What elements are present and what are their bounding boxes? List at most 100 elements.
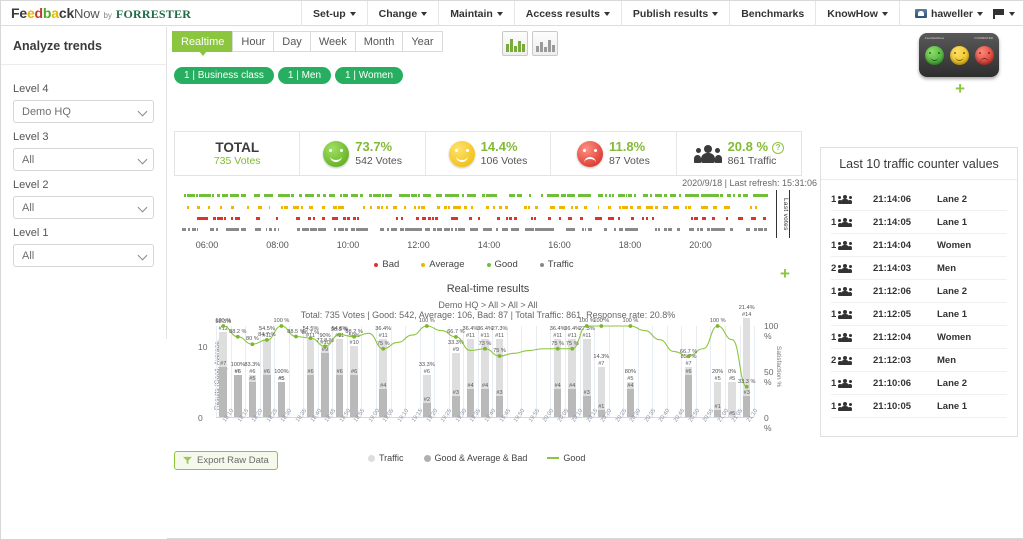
help-icon[interactable]: ? xyxy=(772,141,785,154)
menu-item-knowhow[interactable]: KnowHow xyxy=(816,1,900,26)
timeline-dot xyxy=(418,194,421,197)
user-menu[interactable]: haweller xyxy=(914,8,983,20)
timeline-dot xyxy=(551,206,555,209)
realtime-results-chart: Real-time results Demo HQ > All > All > … xyxy=(174,283,802,463)
chart-y2-axis-label: Satisfaction % xyxy=(775,346,782,388)
chart-legend-gab[interactable]: Good & Average & Bad xyxy=(423,453,527,463)
timeline-dot xyxy=(344,228,348,231)
timeline-dot xyxy=(473,228,478,231)
traffic-counter-list: 1 21:14:06 Lane 2 1 21:14:05 Lane 1 1 21:14:04 W… xyxy=(821,180,1017,418)
add-timeline-widget-button[interactable]: + xyxy=(780,265,790,282)
tab-year[interactable]: Year xyxy=(402,31,443,52)
chart-line-point xyxy=(497,354,502,358)
timeline-dot xyxy=(685,194,689,197)
tab-month[interactable]: Month xyxy=(354,31,403,52)
filter-label-level2: Level 2 xyxy=(13,179,49,191)
timeline-dot xyxy=(753,194,757,197)
export-raw-data-button[interactable]: Export Raw Data xyxy=(174,451,278,470)
kpi-average: 14.4% 106 Votes xyxy=(424,132,550,175)
timeline-dot xyxy=(651,217,655,220)
timeline-dot xyxy=(318,228,322,231)
timeline-dot xyxy=(231,206,234,209)
menu-item-benchmarks[interactable]: Benchmarks xyxy=(730,1,817,26)
timeline-dot xyxy=(534,228,539,231)
pill-women[interactable]: 1 | Women xyxy=(335,67,404,84)
kpi-average-votes: 106 Votes xyxy=(480,154,528,167)
timeline-dot xyxy=(702,217,707,220)
chart-legend-good[interactable]: Good xyxy=(547,453,585,463)
language-menu[interactable] xyxy=(993,8,1015,19)
filter-select-level2[interactable]: All xyxy=(13,196,154,219)
timeline-dot xyxy=(625,194,628,197)
timeline-dot xyxy=(489,194,491,197)
timeline-dot xyxy=(758,228,762,231)
timeline-dot xyxy=(344,194,347,197)
timeline-dot xyxy=(265,228,268,231)
chart-y-tick: 0 xyxy=(198,413,203,423)
kpi-total-votes: 735 Votes xyxy=(213,155,261,168)
timeline-dot xyxy=(687,206,691,209)
timeline-dot xyxy=(202,194,205,197)
filter-label-level3: Level 3 xyxy=(13,131,49,143)
timeline-dot xyxy=(642,217,644,220)
tab-day[interactable]: Day xyxy=(273,31,310,52)
timeline-dot xyxy=(710,194,713,197)
filter-select-level3[interactable]: All xyxy=(13,148,154,171)
timeline-dot xyxy=(650,206,654,209)
table-view-button[interactable] xyxy=(532,31,558,56)
timeline-dot xyxy=(684,206,687,209)
timeline-dot xyxy=(730,228,734,231)
filter-select-level1[interactable]: All xyxy=(13,244,154,267)
menu-item-change[interactable]: Change xyxy=(368,1,440,26)
timeline-dot xyxy=(287,194,291,197)
count-value: 1 xyxy=(831,308,837,320)
pill-men[interactable]: 1 | Men xyxy=(277,67,332,84)
legend-label: Good xyxy=(494,259,518,270)
tab-realtime[interactable]: Realtime xyxy=(172,31,233,56)
add-terminal-button[interactable]: + xyxy=(955,80,965,97)
timeline-dot xyxy=(384,194,389,197)
timeline-dot xyxy=(743,194,747,197)
menu-item-publish-results[interactable]: Publish results xyxy=(622,1,731,26)
chart-label-satisfaction: 75 % xyxy=(551,341,565,347)
chart-view-button[interactable] xyxy=(502,31,528,56)
count-value: 1 xyxy=(831,216,837,228)
filter-select-level4[interactable]: Demo HQ xyxy=(13,100,154,123)
menu-item-setup[interactable]: Set-up xyxy=(301,1,368,26)
timeline-dot xyxy=(646,206,650,209)
timeline-dot xyxy=(547,217,552,220)
timeline-dot xyxy=(761,228,764,231)
menu-label: KnowHow xyxy=(827,7,878,20)
tab-week[interactable]: Week xyxy=(309,31,355,52)
timeline-dot xyxy=(436,228,439,231)
timeline-dot xyxy=(481,194,485,197)
kpi-traffic-count: 861 Traffic xyxy=(727,154,777,167)
kpi-good-pct: 73.7% xyxy=(355,139,393,155)
timeline-dot xyxy=(533,217,536,220)
flag-icon xyxy=(993,8,1005,19)
kpi-traffic: 20.8 % ? 861 Traffic xyxy=(675,132,801,175)
chevron-down-icon xyxy=(137,202,148,213)
timeline-dot xyxy=(628,194,633,197)
chart-line-point xyxy=(628,324,633,328)
chevron-down-icon xyxy=(349,11,356,16)
chart-line-point xyxy=(584,324,589,328)
timeline-dot xyxy=(413,206,417,209)
timeline-dot xyxy=(470,194,474,197)
kpi-good-votes: 542 Votes xyxy=(355,154,402,167)
timeline-dot xyxy=(746,228,750,231)
chart-legend-traffic[interactable]: Traffic xyxy=(368,453,404,463)
tab-hour[interactable]: Hour xyxy=(232,31,274,52)
timeline-dot xyxy=(722,228,726,231)
timeline-dot xyxy=(455,194,459,197)
pill-business-class[interactable]: 1 | Business class xyxy=(174,67,274,84)
timeline-dot xyxy=(733,194,736,197)
timeline-dot xyxy=(588,228,592,231)
timeline-dot xyxy=(280,206,284,209)
traffic-count-cell: 2 xyxy=(831,355,873,366)
menu-item-access-results[interactable]: Access results xyxy=(515,1,622,26)
chart-line-point xyxy=(235,334,240,339)
timeline-dot xyxy=(225,228,229,231)
chart-label-satisfaction: 77.8 % xyxy=(316,338,334,345)
menu-item-maintain[interactable]: Maintain xyxy=(439,1,515,26)
